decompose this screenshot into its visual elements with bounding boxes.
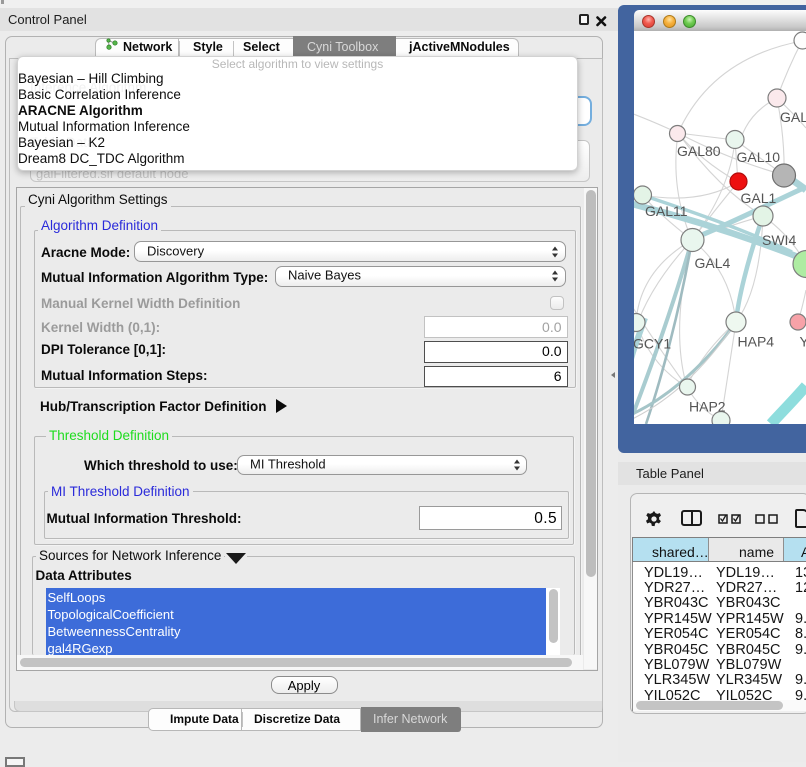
svg-text:GAL11: GAL11 (645, 203, 688, 219)
svg-text:GCY1: GCY1 (634, 336, 671, 352)
svg-text:GAL2: GAL2 (780, 109, 806, 125)
svg-text:Y: Y (800, 334, 806, 350)
svg-text:GAL80: GAL80 (677, 143, 721, 159)
svg-text:HAP2: HAP2 (689, 399, 726, 415)
svg-text:GAL1: GAL1 (741, 190, 777, 206)
svg-text:HAP4: HAP4 (738, 334, 775, 350)
svg-text:GAL10: GAL10 (737, 149, 781, 165)
svg-text:GAL4: GAL4 (695, 255, 731, 271)
svg-text:SWI4: SWI4 (762, 232, 796, 248)
